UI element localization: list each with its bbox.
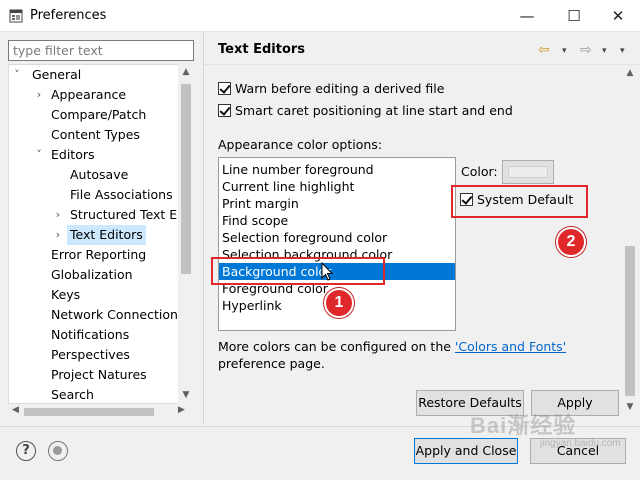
apply-and-close-button[interactable]: Apply and Close bbox=[414, 438, 518, 464]
filter-input[interactable] bbox=[8, 40, 194, 61]
list-item[interactable]: Selection foreground color bbox=[222, 229, 455, 246]
tree-item-label: Search bbox=[51, 387, 94, 402]
pane-divider[interactable] bbox=[203, 32, 204, 424]
preference-tree[interactable]: ˅ General › Appearance Compare/Patch Con… bbox=[8, 64, 194, 404]
preferences-app-icon bbox=[9, 9, 23, 23]
tree-item-label: Notifications bbox=[51, 327, 130, 342]
scroll-down-arrow-icon[interactable]: ▼ bbox=[622, 402, 638, 412]
list-item[interactable]: Current line highlight bbox=[222, 178, 455, 195]
view-menu-icon[interactable]: ▾ bbox=[620, 46, 625, 56]
checkbox-checked-icon[interactable] bbox=[218, 81, 231, 95]
checkbox-checked-icon[interactable] bbox=[218, 103, 231, 117]
tree-item-label: Perspectives bbox=[51, 347, 130, 362]
page-vertical-scrollbar[interactable]: ▲ ▼ bbox=[622, 66, 638, 416]
scroll-down-arrow-icon[interactable]: ▼ bbox=[178, 390, 194, 400]
import-export-icon[interactable] bbox=[48, 441, 68, 461]
checkbox-label: Smart caret positioning at line start an… bbox=[235, 102, 513, 118]
scroll-left-arrow-icon[interactable]: ◀ bbox=[12, 405, 19, 415]
appearance-color-options-label: Appearance color options: bbox=[218, 137, 383, 152]
title-bar: Preferences — ☐ ✕ bbox=[0, 0, 640, 32]
list-item[interactable]: Find scope bbox=[222, 212, 455, 229]
watermark: Bai渐经验 bbox=[470, 413, 577, 438]
tree-item-label: General bbox=[32, 67, 82, 82]
close-button[interactable]: ✕ bbox=[596, 0, 640, 32]
back-arrow-icon[interactable]: ⇦ bbox=[538, 42, 550, 58]
forward-dropdown-icon[interactable]: ▾ bbox=[602, 46, 607, 56]
tree-item-label: Appearance bbox=[51, 87, 127, 102]
colors-and-fonts-link[interactable]: 'Colors and Fonts' bbox=[455, 339, 566, 354]
tree-item-label: Structured Text Ed bbox=[70, 207, 186, 222]
scroll-thumb[interactable] bbox=[24, 408, 154, 416]
tree-item-label: Autosave bbox=[70, 167, 129, 182]
tree-item-label: Text Editors bbox=[67, 225, 146, 245]
tree-item-label: Error Reporting bbox=[51, 247, 147, 262]
scroll-right-arrow-icon[interactable]: ▶ bbox=[178, 405, 185, 415]
info-text-suffix: preference page. bbox=[218, 356, 325, 371]
minimize-button[interactable]: — bbox=[505, 0, 549, 32]
more-colors-info: More colors can be configured on the 'Co… bbox=[218, 338, 628, 372]
help-icon[interactable]: ? bbox=[16, 441, 36, 461]
chevron-right-icon[interactable]: › bbox=[52, 225, 64, 245]
chevron-right-icon[interactable]: › bbox=[33, 85, 45, 105]
color-picker-button[interactable] bbox=[502, 160, 554, 184]
tree-item-label: Network Connections bbox=[51, 307, 185, 322]
annotation-highlight-system-default bbox=[451, 185, 588, 218]
watermark-sub: jingyan.baidu.com bbox=[540, 438, 621, 449]
tree-item-label: Globalization bbox=[51, 267, 133, 282]
tree-item-label: Compare/Patch bbox=[51, 107, 147, 122]
checkbox-label: Warn before editing a derived file bbox=[235, 80, 445, 96]
scroll-up-arrow-icon[interactable]: ▲ bbox=[622, 68, 638, 78]
tree-item-label: Editors bbox=[51, 147, 95, 162]
annotation-badge-2: 2 bbox=[556, 227, 586, 257]
tree-vertical-scrollbar[interactable]: ▲ ▼ bbox=[178, 64, 194, 404]
tree-item-label: Content Types bbox=[51, 127, 140, 142]
info-text-prefix: More colors can be configured on the bbox=[218, 339, 455, 354]
color-swatch bbox=[508, 166, 548, 178]
scroll-thumb[interactable] bbox=[625, 246, 635, 396]
maximize-button[interactable]: ☐ bbox=[552, 0, 596, 32]
header-divider bbox=[204, 64, 640, 65]
mouse-cursor-icon bbox=[321, 262, 334, 281]
window-title: Preferences bbox=[30, 8, 107, 23]
chevron-right-icon[interactable]: › bbox=[52, 205, 64, 225]
scroll-thumb[interactable] bbox=[181, 84, 191, 274]
list-item[interactable]: Line number foreground bbox=[222, 161, 455, 178]
tree-horizontal-scrollbar[interactable]: ◀ ▶ bbox=[8, 404, 194, 420]
chevron-down-icon[interactable]: ˅ bbox=[33, 145, 45, 165]
smart-caret-checkbox[interactable]: Smart caret positioning at line start an… bbox=[218, 102, 513, 118]
forward-arrow-icon[interactable]: ⇨ bbox=[580, 42, 592, 58]
tree-item-label: Keys bbox=[51, 287, 81, 302]
page-title: Text Editors bbox=[218, 42, 306, 57]
chevron-down-icon[interactable]: ˅ bbox=[11, 65, 23, 85]
list-item[interactable]: Print margin bbox=[222, 195, 455, 212]
annotation-badge-1: 1 bbox=[324, 288, 354, 318]
tree-item-label: Project Natures bbox=[51, 367, 147, 382]
tree-item-label: File Associations bbox=[70, 187, 173, 202]
scroll-up-arrow-icon[interactable]: ▲ bbox=[178, 67, 194, 77]
warn-derived-checkbox[interactable]: Warn before editing a derived file bbox=[218, 80, 444, 96]
annotation-highlight-background-color bbox=[211, 257, 385, 285]
color-label: Color: bbox=[461, 164, 498, 179]
back-dropdown-icon[interactable]: ▾ bbox=[562, 46, 567, 56]
